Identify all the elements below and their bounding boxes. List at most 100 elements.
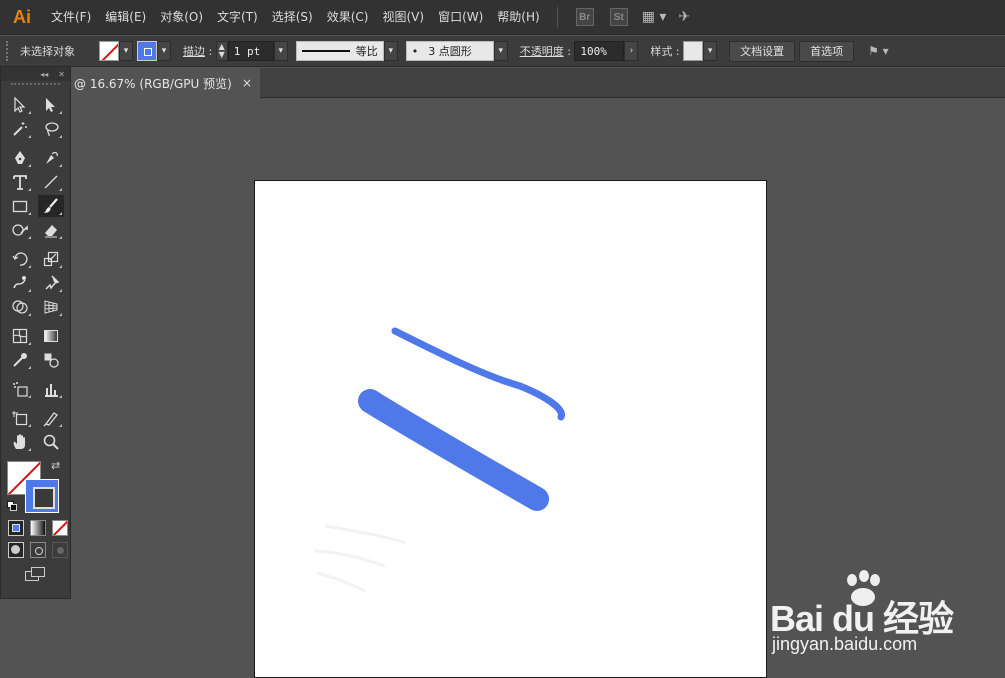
brush-dropdown[interactable]: ▾ (493, 41, 508, 61)
control-bar-grip[interactable] (6, 41, 12, 61)
brush-label: 3 点圆形 (428, 45, 472, 58)
zoom-tool-icon[interactable] (38, 431, 64, 453)
control-bar-menu-icon[interactable]: ⚑ ▾ (868, 44, 889, 58)
rotate-tool-icon[interactable] (7, 248, 33, 270)
style-dropdown[interactable]: ▾ (703, 41, 718, 61)
close-panel-icon[interactable]: ✕ (58, 70, 65, 79)
draw-behind-icon[interactable] (30, 542, 46, 558)
preferences-button[interactable]: 首选项 (799, 40, 855, 62)
arrange-documents-icon[interactable]: ▦ ▾ (642, 9, 667, 25)
swap-fill-stroke-icon[interactable]: ⇄ (51, 459, 60, 472)
puppet-warp-tool-icon[interactable] (38, 272, 64, 294)
draw-normal-icon[interactable] (8, 542, 24, 558)
pen-tool-icon[interactable] (7, 147, 33, 169)
tools-panel-grip[interactable] (11, 83, 60, 91)
paintbrush-tool-icon[interactable] (37, 195, 64, 217)
menu-item-1[interactable]: 编辑(E) (98, 0, 153, 35)
fill-dropdown[interactable]: ▾ (119, 41, 133, 61)
opacity-label-colon: : (563, 44, 575, 58)
variable-width-profile[interactable]: 等比 (295, 41, 384, 61)
thick-brush-stroke[interactable] (358, 389, 549, 511)
shaper-tool-icon[interactable] (7, 219, 33, 241)
menu-item-6[interactable]: 视图(V) (375, 0, 431, 35)
none-mode-icon[interactable] (52, 520, 68, 536)
main-menu: 文件(F) 编辑(E) 对象(O) 文字(T) 选择(S) 效果(C) 视图(V) 窗口(W)… (44, 0, 547, 35)
thin-brush-stroke[interactable] (391, 327, 565, 421)
stroke-weight-field[interactable]: 1 pt (227, 41, 274, 61)
screen-mode-icon[interactable] (24, 567, 47, 583)
eraser-tool-icon[interactable] (38, 219, 64, 241)
graphic-style-swatch[interactable] (683, 41, 704, 61)
menu-item-4[interactable]: 选择(S) (265, 0, 320, 35)
perspective-grid-tool-icon[interactable] (38, 296, 64, 318)
baidu-jingyan-watermark: Bai du 经验 jingyan.baidu.com (770, 570, 1000, 660)
stroke-swatch[interactable] (137, 41, 157, 61)
document-tab[interactable]: @ 16.67% (RGB/GPU 预览) × (70, 68, 260, 98)
stroke-dropdown[interactable]: ▾ (157, 41, 171, 61)
stroke-weight-dropdown[interactable]: ▾ (273, 41, 288, 61)
menu-separator (556, 7, 558, 27)
symbol-sprayer-tool-icon[interactable] (7, 378, 33, 400)
stroke-color-swatch[interactable] (25, 479, 59, 513)
fill-swatch[interactable] (99, 41, 119, 61)
scale-tool-icon[interactable] (38, 248, 64, 270)
default-colors-icon[interactable] (7, 501, 17, 511)
artboard[interactable] (254, 180, 767, 678)
type-tool-icon[interactable] (7, 171, 33, 193)
watermark-url: jingyan.baidu.com (772, 634, 918, 654)
line-segment-tool-icon[interactable] (38, 171, 64, 193)
menu-item-5[interactable]: 效果(C) (320, 0, 376, 35)
slice-tool-icon[interactable] (38, 407, 64, 429)
opacity-label[interactable]: 不透明度 (520, 43, 564, 59)
stroke-profile-label: 等比 (355, 45, 378, 58)
draw-inside-icon[interactable] (52, 542, 68, 558)
direct-selection-tool-icon[interactable] (38, 94, 64, 116)
stroke-weight-stepper[interactable]: ▲ ▼ (215, 41, 228, 61)
brush-dot-icon: • (411, 44, 419, 58)
stroke-label[interactable]: 描边 (183, 43, 205, 59)
document-tab-bar: @ 16.67% (RGB/GPU 预览) × (70, 68, 1005, 98)
artwork (314, 327, 565, 593)
warp-tool-icon[interactable] (7, 272, 33, 294)
menu-item-7[interactable]: 窗口(W) (431, 0, 490, 35)
collapse-panel-icon[interactable]: ◂◂ (40, 70, 48, 79)
document-setup-button[interactable]: 文档设置 (729, 40, 796, 62)
faint-marks (314, 524, 406, 593)
tools-panel: ◂◂ ✕ ⇄ (0, 66, 71, 599)
curvature-tool-icon[interactable] (38, 147, 64, 169)
bridge-icon[interactable]: Br (575, 8, 594, 26)
menu-item-3[interactable]: 文字(T) (210, 0, 265, 35)
profile-dropdown[interactable]: ▾ (383, 41, 398, 61)
menu-item-0[interactable]: 文件(F) (44, 0, 98, 35)
menu-item-8[interactable]: 帮助(H) (490, 0, 546, 35)
draw-mode-row (1, 539, 70, 561)
shape-builder-tool-icon[interactable] (7, 296, 33, 318)
blend-tool-icon[interactable] (38, 349, 64, 371)
gradient-mode-icon[interactable] (30, 520, 46, 536)
app-logo: Ai (13, 6, 31, 27)
brush-definition[interactable]: • 3 点圆形 (405, 41, 494, 61)
style-label-colon: : (672, 44, 684, 58)
fill-stroke-controls: ⇄ (1, 459, 70, 517)
rectangle-tool-icon[interactable] (7, 195, 33, 217)
gpu-performance-icon[interactable]: ✈ (678, 9, 690, 25)
color-mode-icon[interactable] (8, 520, 24, 536)
style-label: 样式 (650, 45, 673, 58)
close-tab-icon[interactable]: × (242, 76, 252, 90)
selection-tool-icon[interactable] (7, 94, 33, 116)
hand-tool-icon[interactable] (7, 431, 33, 453)
color-mode-row (1, 517, 70, 539)
artboard-tool-icon[interactable] (7, 407, 33, 429)
gradient-tool-icon[interactable] (38, 325, 64, 347)
lasso-tool-icon[interactable] (38, 118, 64, 140)
stock-icon[interactable]: St (609, 8, 628, 26)
document-tab-title: @ 16.67% (RGB/GPU 预览) (74, 76, 232, 91)
opacity-field[interactable]: 100% (574, 41, 625, 61)
magic-wand-tool-icon[interactable] (7, 118, 33, 140)
tools-panel-header: ◂◂ ✕ (1, 67, 70, 81)
mesh-tool-icon[interactable] (7, 325, 33, 347)
eyedropper-tool-icon[interactable] (7, 349, 33, 371)
menu-item-2[interactable]: 对象(O) (153, 0, 210, 35)
column-graph-tool-icon[interactable] (38, 378, 64, 400)
opacity-arrow[interactable]: › (624, 41, 639, 61)
